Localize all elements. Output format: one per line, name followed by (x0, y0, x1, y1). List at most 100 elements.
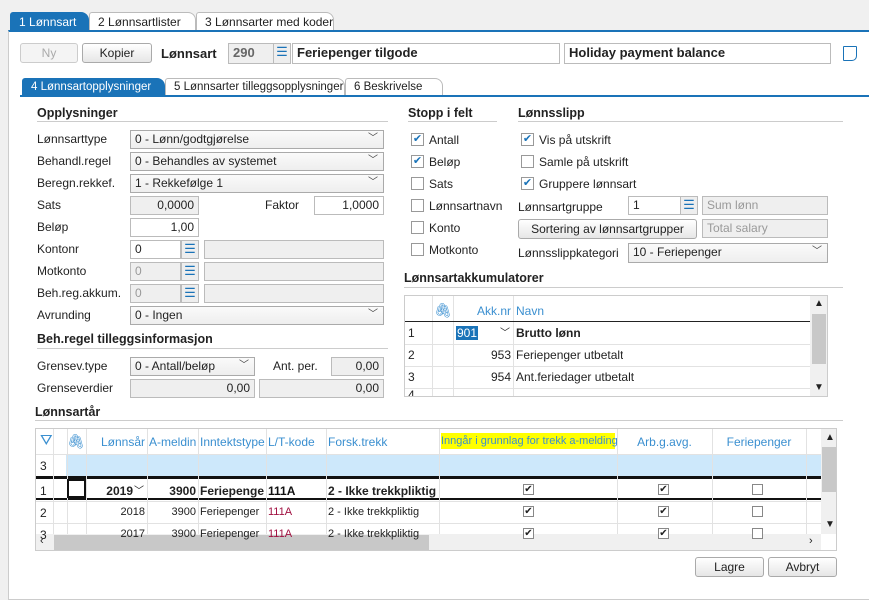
avrunding-select[interactable]: 0 - Ingen ﹀ (130, 306, 384, 325)
checkbox-ferie[interactable] (752, 506, 763, 517)
forsk-trekk-cell: 2 - Ikke trekkpliktig (328, 506, 420, 518)
checkbox-arbg[interactable]: ✔ (658, 506, 669, 517)
col-header[interactable]: Inntektstype (200, 435, 265, 449)
col-navn[interactable]: Navn (516, 304, 544, 318)
checkbox-ferie[interactable] (752, 484, 763, 495)
checkbox-arbg[interactable]: ✔ (658, 484, 669, 495)
list-icon[interactable]: ☰ (273, 43, 291, 64)
akk-nr-cell[interactable]: 953 (455, 348, 511, 362)
motkonto-input[interactable]: 0 (130, 262, 181, 281)
col-divider (53, 429, 54, 534)
scroll-down-icon[interactable]: ▼ (814, 382, 824, 393)
save-button[interactable]: Lagre (695, 557, 764, 577)
checkbox-ferie[interactable] (752, 528, 763, 539)
lonnsarttype-select[interactable]: 0 - Lønn/godtgjørelse ﹀ (130, 130, 384, 149)
checkbox-antall[interactable]: ✔ (411, 133, 424, 146)
select-value: 1 - Rekkefølge 1 (135, 176, 224, 190)
akk-scrollbar[interactable]: ▲ ▼ (810, 296, 827, 396)
chevron-down-icon[interactable]: ﹀ (134, 482, 144, 497)
akk-nr-cell[interactable]: 954 (455, 370, 511, 384)
beregn-select[interactable]: 1 - Rekkefølge 1 ﹀ (130, 174, 384, 193)
col-divider (439, 429, 440, 534)
lt-kode-cell: 111A (268, 528, 293, 540)
aar-grid: ⛛ 🖇 3 ▲ ▼ ‹ › Lønnsår A-meldin Inntektstyp… (35, 428, 837, 551)
col-header[interactable]: L/T-kode (268, 435, 324, 449)
row-number: 1 (40, 484, 47, 498)
grensev-select[interactable]: 0 - Antall/beløp ﹀ (130, 357, 255, 376)
checkbox-lonnsslipp[interactable]: ✔ (521, 177, 534, 190)
paperclip-icon: 🖇 (434, 302, 452, 318)
behandl-select[interactable]: 0 - Behandles av systemet ﹀ (130, 152, 384, 171)
tab-lonnsart[interactable]: 1 Lønnsart (10, 12, 89, 30)
list-icon[interactable]: ☰ (181, 262, 199, 281)
col-akknr[interactable]: Akk.nr (455, 304, 511, 318)
inntektstype-cell: Feriepenger (200, 528, 260, 540)
row-selector[interactable] (67, 479, 86, 498)
antper-input[interactable]: 0,00 (331, 357, 384, 376)
col-header[interactable]: Feriepenger (714, 435, 804, 449)
filter-icon[interactable]: ⛛ (40, 432, 53, 449)
new-button[interactable]: Ny (20, 43, 78, 63)
chevron-down-icon[interactable]: ﹀ (500, 324, 510, 339)
akk-nr-cell[interactable]: 901 (456, 326, 479, 340)
checkbox-konto[interactable] (411, 221, 424, 234)
col-header[interactable]: A-meldin (149, 435, 196, 449)
year-cell[interactable]: 2017 (88, 528, 145, 540)
row-number: 1 (408, 326, 415, 340)
copy-button[interactable]: Kopier (82, 43, 152, 63)
faktor-input[interactable]: 1,0000 (314, 196, 384, 215)
note-icon[interactable] (843, 46, 857, 61)
list-icon[interactable]: ☰ (181, 284, 199, 303)
scroll-down-icon[interactable]: ▼ (825, 519, 835, 530)
checkbox-label: Sats (429, 177, 454, 191)
chevron-down-icon: ﹀ (812, 246, 822, 257)
select-value: 0 - Behandles av systemet (135, 154, 277, 168)
checkbox-lonnsslipp[interactable] (521, 155, 534, 168)
tab-beskrivelse[interactable]: 6 Beskrivelse (345, 78, 443, 96)
row-number: 2 (40, 506, 47, 520)
col-header[interactable]: Arb.g.avg. (619, 435, 710, 449)
list-icon[interactable]: ☰ (680, 196, 698, 215)
tab-lonnsartopplysninger[interactable]: 4 Lønnsartopplysninger (22, 78, 165, 96)
kontonr-input[interactable]: 0 (130, 240, 181, 259)
checkbox-inngar[interactable]: ✔ (523, 484, 534, 495)
tab-tilleggsopplysninger[interactable]: 5 Lønnsarter tilleggsopplysninger (165, 78, 345, 96)
lonnsart-name-input[interactable]: Feriepenger tilgode (292, 43, 560, 64)
lonnsart-number-input[interactable]: 290 (228, 43, 274, 64)
scroll-thumb[interactable] (822, 447, 836, 492)
grenseverdi-1-input[interactable]: 0,00 (130, 379, 255, 398)
belop-input[interactable]: 1,00 (130, 218, 199, 237)
checkbox-inngar[interactable]: ✔ (523, 506, 534, 517)
col-header[interactable]: Inngår i grunnlag for trekk a-melding (441, 433, 618, 449)
cancel-button[interactable]: Avbryt (768, 557, 837, 577)
lonnsslipp-heading: Lønnsslipp (518, 106, 585, 120)
behreg-input[interactable]: 0 (130, 284, 181, 303)
checkbox-inngar[interactable]: ✔ (523, 528, 534, 539)
lonnsart-name-en-input[interactable]: Holiday payment balance (564, 43, 831, 64)
checkbox-lonnsslipp[interactable]: ✔ (521, 133, 534, 146)
grenseverdi-2-input[interactable]: 0,00 (259, 379, 384, 398)
col-header[interactable]: Lønnsår (88, 435, 145, 449)
checkbox-lønnsartnavn[interactable] (411, 199, 424, 212)
year-cell[interactable]: 2019 (88, 484, 133, 498)
sats-input[interactable]: 0,0000 (130, 196, 199, 215)
checkbox-motkonto[interactable] (411, 243, 424, 256)
kategori-select[interactable]: 10 - Feriepenger ﹀ (628, 243, 828, 263)
col-header[interactable]: Forsk.trekk (328, 435, 437, 449)
checkbox-sats[interactable] (411, 177, 424, 190)
checkbox-arbg[interactable]: ✔ (658, 528, 669, 539)
scroll-right-icon[interactable]: › (809, 535, 813, 547)
scroll-up-icon[interactable]: ▲ (814, 298, 824, 309)
sats-label: Sats (37, 198, 62, 212)
year-cell[interactable]: 2018 (88, 506, 145, 518)
aar-vscrollbar[interactable]: ▲ ▼ (821, 429, 836, 534)
gruppe-input[interactable]: 1 (628, 196, 681, 215)
scroll-thumb[interactable] (812, 314, 826, 364)
sort-groups-button[interactable]: Sortering av lønnsartgrupper (518, 219, 697, 239)
tab-lonnsartlister[interactable]: 2 Lønnsartlister (89, 12, 196, 30)
tab-lonnsarter-med-koder[interactable]: 3 Lønnsarter med koder (196, 12, 334, 30)
new-row[interactable] (66, 454, 821, 476)
checkbox-beløp[interactable]: ✔ (411, 155, 424, 168)
list-icon[interactable]: ☰ (181, 240, 199, 259)
scroll-up-icon[interactable]: ▲ (825, 432, 835, 443)
